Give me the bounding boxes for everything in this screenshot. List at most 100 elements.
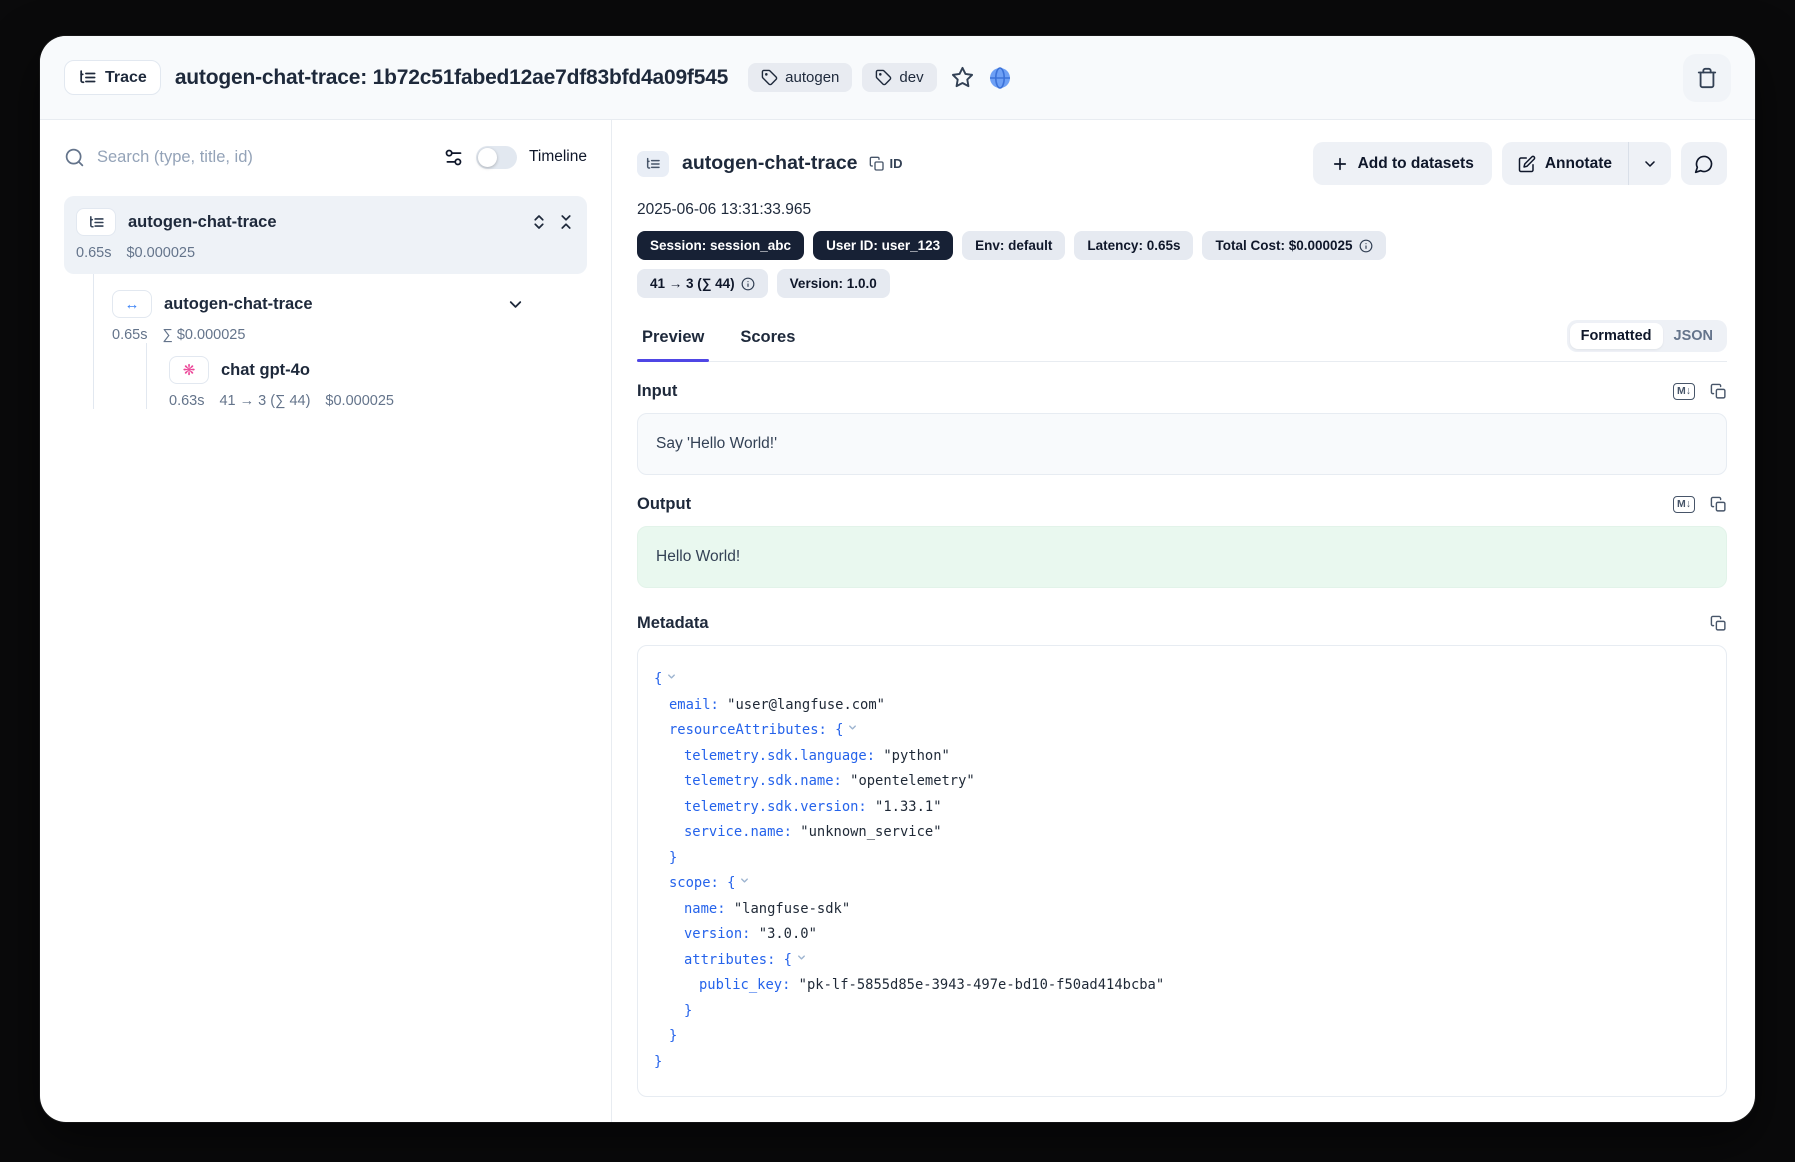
search-icon: [64, 147, 85, 168]
tag-label: dev: [899, 69, 923, 86]
json-key: telemetry.sdk.version:: [684, 799, 867, 815]
annotate-dropdown-chevron[interactable]: [1629, 142, 1671, 185]
annotate-button-group: Annotate: [1502, 142, 1671, 185]
info-icon[interactable]: [741, 277, 755, 291]
badge-label: 41 → 3 (∑ 44): [650, 276, 735, 291]
json-value: "1.33.1": [867, 799, 942, 815]
tree-item-generation[interactable]: ❋ chat gpt-4o 0.63s41 → 3 (∑ 44)$0.00002…: [169, 343, 587, 409]
tag-autogen[interactable]: autogen: [748, 63, 852, 92]
json-value: "python": [875, 748, 950, 764]
json-value: "langfuse-sdk": [726, 901, 851, 917]
expand-all-icon[interactable]: [530, 213, 548, 231]
json-line: }: [654, 1024, 1710, 1050]
json-brace: {: [654, 671, 662, 687]
trace-icon-badge: [637, 151, 669, 177]
window-header: Trace autogen-chat-trace: 1b72c51fabed12…: [40, 36, 1755, 120]
plus-icon: [1331, 155, 1349, 173]
markdown-toggle-icon[interactable]: M↓: [1673, 496, 1695, 513]
json-collapse-chevron-icon[interactable]: [796, 952, 807, 963]
output-content-box: Hello World!: [637, 526, 1727, 588]
tag-icon: [875, 69, 892, 86]
tab-scores[interactable]: Scores: [735, 328, 800, 361]
copy-metadata-icon[interactable]: [1710, 615, 1727, 632]
json-brace: {: [827, 722, 844, 738]
json-brace: }: [654, 1054, 662, 1070]
json-key: telemetry.sdk.language:: [684, 748, 875, 764]
chevron-down-icon[interactable]: [506, 295, 525, 314]
tabs-bar: Preview Scores Formatted JSON: [637, 316, 1727, 362]
json-collapse-chevron-icon[interactable]: [847, 722, 858, 733]
format-option-json[interactable]: JSON: [1663, 323, 1725, 349]
json-collapse-chevron-icon[interactable]: [666, 671, 677, 682]
tag-list: autogen dev: [748, 63, 936, 92]
trace-detail-panel: autogen-chat-trace ID Add to datasets: [612, 120, 1755, 1122]
timeline-label: Timeline: [529, 148, 587, 166]
json-line: public_key: "pk-lf-5855d85e-3943-497e-bd…: [654, 973, 1710, 999]
metadata-badge: 41 → 3 (∑ 44): [637, 269, 768, 298]
json-value: "3.0.0": [750, 926, 816, 942]
app-window: Trace autogen-chat-trace: 1b72c51fabed12…: [40, 36, 1755, 1122]
filter-settings-icon[interactable]: [443, 147, 464, 168]
json-line: version: "3.0.0": [654, 922, 1710, 948]
collapse-all-icon[interactable]: [557, 213, 575, 231]
metadata-badge[interactable]: User ID: user_123: [813, 231, 953, 260]
json-brace: }: [684, 1003, 692, 1019]
json-key: public_key:: [699, 977, 790, 993]
metadata-badge: Total Cost: $0.000025: [1202, 231, 1385, 260]
json-line: resourceAttributes: {: [654, 718, 1710, 744]
timeline-toggle[interactable]: [476, 146, 517, 169]
json-brace: {: [775, 952, 792, 968]
id-label: ID: [890, 156, 903, 171]
json-key: scope:: [669, 875, 719, 891]
comments-button[interactable]: [1681, 142, 1727, 185]
input-label: Input: [637, 382, 677, 401]
add-to-datasets-button[interactable]: Add to datasets: [1313, 142, 1492, 185]
comment-bubble-icon: [1694, 154, 1714, 174]
badge-label: User ID: user_123: [826, 238, 940, 253]
window-title: autogen-chat-trace: 1b72c51fabed12ae7df8…: [175, 66, 728, 90]
tree-item-span[interactable]: ↔ autogen-chat-trace 0.65s∑ $0.000025: [112, 274, 587, 343]
badge-label: Version: 1.0.0: [790, 276, 877, 291]
globe-icon[interactable]: [988, 66, 1012, 90]
metadata-badge[interactable]: Session: session_abc: [637, 231, 804, 260]
detail-header: autogen-chat-trace ID Add to datasets: [637, 142, 1727, 185]
badge-row: Session: session_abcUser ID: user_123Env…: [637, 231, 1727, 260]
json-line: }: [654, 999, 1710, 1025]
json-line: }: [654, 1050, 1710, 1076]
json-line: service.name: "unknown_service": [654, 820, 1710, 846]
tag-dev[interactable]: dev: [862, 63, 936, 92]
json-collapse-chevron-icon[interactable]: [739, 875, 750, 886]
metadata-badge: Latency: 0.65s: [1074, 231, 1193, 260]
copy-input-icon[interactable]: [1710, 383, 1727, 400]
trash-icon: [1696, 67, 1718, 89]
markdown-toggle-icon[interactable]: M↓: [1673, 383, 1695, 400]
format-option-formatted[interactable]: Formatted: [1570, 323, 1663, 349]
metadata-section-header: Metadata: [637, 614, 1727, 633]
json-key: telemetry.sdk.name:: [684, 773, 842, 789]
input-content-box: Say 'Hello World!': [637, 413, 1727, 475]
json-value: "unknown_service": [792, 824, 942, 840]
json-value: "user@langfuse.com": [719, 697, 885, 713]
copy-output-icon[interactable]: [1710, 496, 1727, 513]
json-key: version:: [684, 926, 750, 942]
metadata-label: Metadata: [637, 614, 709, 633]
star-icon[interactable]: [951, 66, 974, 89]
tag-icon: [761, 69, 778, 86]
tab-preview[interactable]: Preview: [637, 328, 709, 361]
annotate-button[interactable]: Annotate: [1502, 142, 1628, 185]
trace-tree: autogen-chat-trace 0.65s$0.000025: [64, 180, 587, 409]
trace-node-icon: [76, 208, 116, 236]
json-brace: }: [669, 1028, 677, 1044]
json-line: }: [654, 846, 1710, 872]
info-icon[interactable]: [1359, 239, 1373, 253]
delete-trace-button[interactable]: [1683, 54, 1731, 102]
copy-id-icon[interactable]: [869, 156, 885, 172]
json-line: scope: {: [654, 871, 1710, 897]
json-line: telemetry.sdk.name: "opentelemetry": [654, 769, 1710, 795]
tree-search-row: Timeline: [64, 134, 587, 180]
json-value: "pk-lf-5855d85e-3943-497e-bd10-f50ad414b…: [790, 977, 1164, 993]
format-toggle: Formatted JSON: [1567, 320, 1727, 352]
json-value: "opentelemetry": [842, 773, 975, 789]
tree-item-trace-root[interactable]: autogen-chat-trace 0.65s$0.000025: [64, 196, 587, 274]
search-input[interactable]: [97, 148, 431, 167]
